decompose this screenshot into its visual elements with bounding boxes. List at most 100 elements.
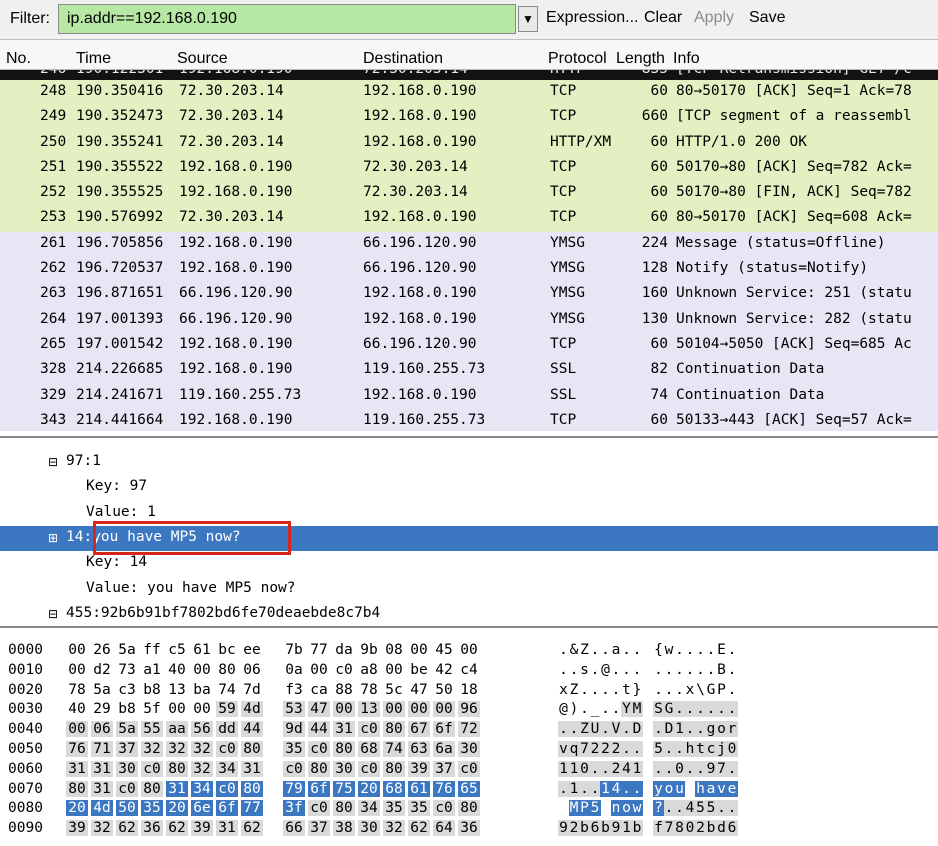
ascii-char[interactable]: 6	[726, 820, 738, 837]
hex-byte[interactable]: 29	[91, 701, 113, 717]
ascii-char[interactable]: }	[632, 682, 643, 698]
hex-byte[interactable]: d2	[91, 662, 113, 678]
ascii-char[interactable]: 1	[631, 760, 643, 777]
hex-row[interactable]: 0020 78 x 5a Zc3. b8. 13. ba. 74 t 7d} f3. ca. 88. 78 x…	[0, 682, 938, 702]
hex-byte[interactable]: 78	[66, 682, 88, 698]
ascii-char[interactable]: Z	[569, 682, 580, 698]
ascii-char[interactable]: o	[663, 780, 675, 797]
hex-byte[interactable]: 0a	[283, 662, 305, 678]
hex-byte[interactable]: 44	[308, 721, 330, 738]
column-header-protocol[interactable]: Protocol	[548, 50, 607, 68]
hex-byte[interactable]: c0	[283, 760, 305, 777]
hex-row[interactable]: 0080 20 4d M 50 P 35 5 20 6e n 6f o 77 w 3f? c0. 80. 34 4…	[0, 800, 938, 820]
ascii-char[interactable]: q	[568, 741, 580, 757]
hex-byte[interactable]: c0	[458, 760, 480, 777]
ascii-char[interactable]: a	[611, 642, 622, 658]
packet-row[interactable]: 261 196.705856 192.168.0.190 66.196.120.90 Y…	[0, 231, 938, 258]
ascii-char[interactable]: 1	[600, 780, 611, 797]
hex-byte[interactable]: da	[333, 642, 355, 658]
ascii-char[interactable]: Y	[621, 701, 632, 718]
ascii-char[interactable]: .	[600, 682, 611, 698]
hex-byte[interactable]: c0	[308, 741, 330, 757]
hex-byte[interactable]: 77	[241, 800, 263, 817]
hex-byte[interactable]: 73	[116, 662, 138, 678]
hex-byte[interactable]: 6f	[308, 780, 330, 797]
hex-byte[interactable]: c0	[358, 760, 380, 777]
ascii-char[interactable]: 2	[695, 820, 706, 837]
ascii-char[interactable]: x	[685, 682, 696, 698]
packet-row[interactable]: 263 196.871651 66.196.120.90 192.168.0.190 Y…	[0, 282, 938, 308]
hex-byte[interactable]: 34	[358, 800, 380, 817]
ascii-char[interactable]: .	[663, 800, 675, 817]
ascii-char[interactable]: .	[695, 642, 706, 658]
hex-byte[interactable]: 63	[408, 741, 430, 757]
ascii-char[interactable]: U	[589, 721, 601, 738]
ascii-char[interactable]: t	[621, 682, 632, 698]
ascii-char[interactable]: 4	[610, 780, 622, 797]
hex-byte[interactable]: 37	[308, 820, 330, 837]
ascii-char[interactable]: b	[579, 820, 590, 837]
ascii-char[interactable]: .	[706, 662, 717, 678]
hex-byte[interactable]: 36	[141, 820, 163, 837]
hex-byte[interactable]: 00	[408, 642, 430, 658]
ascii-char[interactable]: .	[653, 662, 664, 678]
ascii-char[interactable]: v	[716, 780, 727, 797]
hex-byte[interactable]: 18	[458, 682, 480, 698]
ascii-char[interactable]: n	[610, 800, 622, 817]
hex-byte[interactable]: 9b	[358, 642, 380, 658]
ascii-char[interactable]: .	[727, 662, 738, 678]
hex-byte[interactable]: b8	[141, 682, 163, 698]
ascii-char[interactable]: .	[684, 721, 696, 738]
ascii-char[interactable]: @	[558, 701, 569, 717]
ascii-char[interactable]: .	[590, 642, 601, 658]
ascii-char[interactable]: B	[716, 662, 727, 678]
ascii-char[interactable]: .	[716, 701, 727, 718]
packet-row[interactable]: 248 190.350416 72.30.203.14 192.168.0.190 TC…	[0, 80, 938, 106]
hex-byte[interactable]: 35	[141, 800, 163, 817]
hex-byte[interactable]: 5a	[116, 642, 138, 658]
ascii-char[interactable]: 2	[589, 741, 601, 757]
hex-byte[interactable]: 80	[241, 741, 263, 757]
ascii-char[interactable]: .	[705, 701, 717, 718]
ascii-char[interactable]: .	[674, 701, 685, 718]
hex-byte[interactable]: 36	[458, 820, 480, 837]
hex-byte[interactable]: c0	[358, 721, 380, 738]
hex-byte[interactable]: 47	[408, 682, 430, 698]
ascii-char[interactable]: .	[674, 800, 685, 817]
hex-byte[interactable]: a8	[358, 662, 380, 678]
ascii-char[interactable]: t	[695, 741, 706, 757]
packet-row[interactable]: 262 196.720537 192.168.0.190 66.196.120.90 Y…	[0, 257, 938, 283]
ascii-char[interactable]: .	[684, 701, 696, 718]
hex-byte[interactable]: 00	[383, 701, 405, 718]
hex-row[interactable]: 0090 39 9 32 2 62 b 36 6 62 b 39 9 31 1 62 b 66 f 37 7 38 8 30 0…	[0, 820, 938, 840]
hex-byte[interactable]: 06	[241, 662, 263, 678]
hex-row[interactable]: 0050 76 v 71 q 37 7 32 2 32 2 32 2 c0. 80. 35 5 c0. 80. 68 h…	[0, 741, 938, 761]
hex-row[interactable]: 0010 00. d2. 73 s a1. 40 @00. 80. 06. 0a. 00. c0. a8.…	[0, 662, 938, 682]
hex-byte[interactable]: 00	[66, 662, 88, 678]
hex-byte[interactable]: 00	[166, 701, 188, 717]
ascii-char[interactable]: 4	[621, 760, 632, 777]
hex-byte[interactable]: 6f	[216, 800, 238, 817]
ascii-char[interactable]: 1	[621, 820, 632, 837]
ascii-char[interactable]: .	[664, 662, 675, 678]
hex-byte[interactable]: 32	[166, 741, 188, 757]
hex-byte[interactable]: 68	[383, 780, 405, 797]
column-header-info[interactable]: Info	[673, 50, 700, 68]
ascii-char[interactable]: 0	[579, 760, 590, 777]
ascii-char[interactable]: ?	[653, 800, 664, 817]
ascii-char[interactable]: V	[610, 721, 622, 738]
ascii-char[interactable]: &	[569, 642, 580, 658]
ascii-char[interactable]: {	[653, 642, 664, 658]
clear-button[interactable]: Clear	[644, 9, 682, 27]
ascii-char[interactable]: .	[664, 682, 675, 698]
hex-byte[interactable]: c3	[116, 682, 138, 698]
ascii-char[interactable]: .	[663, 760, 675, 777]
ascii-char[interactable]: G	[663, 701, 675, 718]
packet-row[interactable]: 250 190.355241 72.30.203.14 192.168.0.190 HT…	[0, 130, 938, 156]
hex-byte[interactable]: 62	[408, 820, 430, 837]
hex-byte[interactable]: 39	[66, 820, 88, 837]
hex-byte[interactable]: 3f	[283, 800, 305, 817]
hex-byte[interactable]: 80	[141, 780, 163, 797]
hex-byte[interactable]: 80	[333, 800, 355, 817]
ascii-char[interactable]: .	[569, 662, 580, 678]
